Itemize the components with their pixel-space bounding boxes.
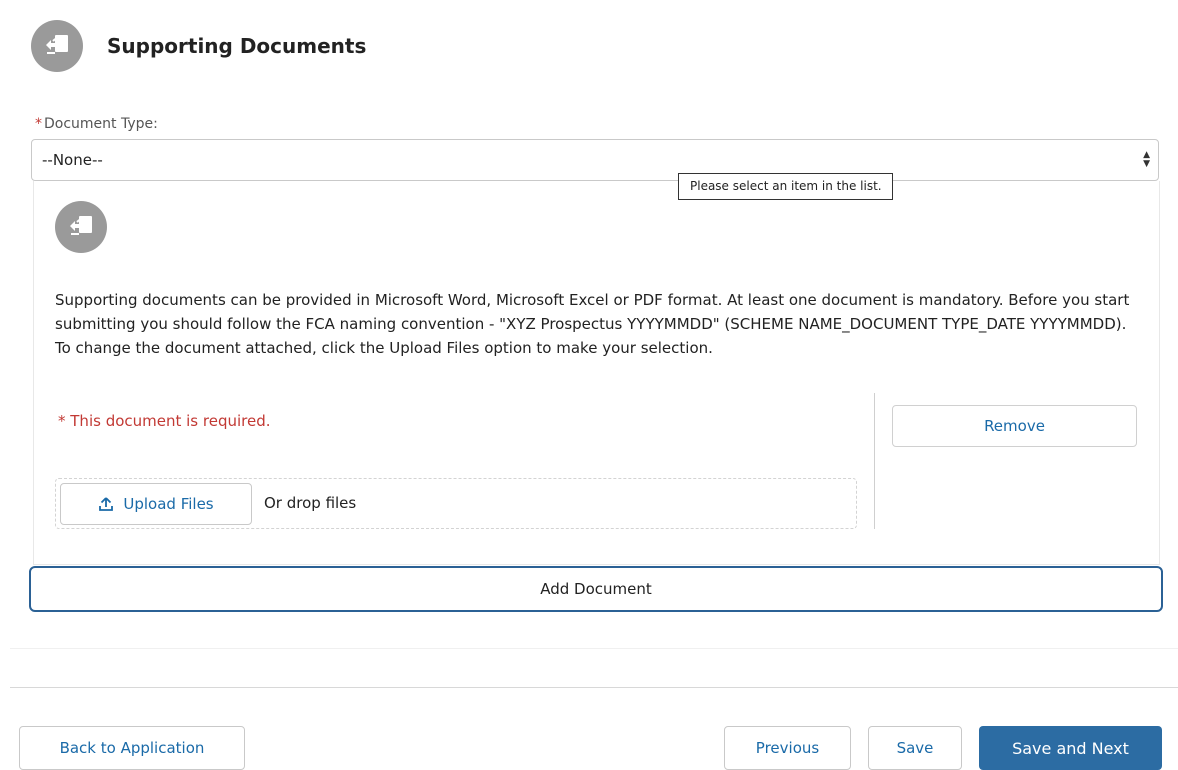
- back-to-application-button[interactable]: Back to Application: [19, 726, 245, 770]
- save-and-next-button[interactable]: Save and Next: [979, 726, 1162, 770]
- validation-tooltip: Please select an item in the list.: [678, 173, 893, 200]
- remove-button[interactable]: Remove: [892, 405, 1137, 447]
- drop-files-text: Or drop files: [264, 494, 357, 512]
- page-title: Supporting Documents: [107, 34, 367, 58]
- document-type-label: * Document Type:: [35, 116, 158, 132]
- upload-files-label: Upload Files: [123, 495, 214, 513]
- sort-arrows-icon: ▲ ▼: [1143, 150, 1150, 169]
- previous-button[interactable]: Previous: [724, 726, 851, 770]
- upload-icon: [99, 497, 114, 511]
- document-type-select[interactable]: --None-- ▲ ▼: [31, 139, 1159, 181]
- add-document-button[interactable]: Add Document: [29, 566, 1163, 612]
- instructions-text: Supporting documents can be provided in …: [55, 291, 1130, 357]
- upload-files-button[interactable]: Upload Files: [60, 483, 252, 525]
- required-marker: *: [35, 116, 42, 132]
- document-type-label-text: Document Type:: [44, 116, 158, 132]
- document-type-selected-value: --None--: [42, 151, 103, 169]
- page-header: Supporting Documents: [31, 20, 366, 72]
- divider: [10, 648, 1178, 649]
- document-upload-icon: [55, 201, 107, 253]
- divider: [10, 687, 1178, 688]
- document-upload-icon: [31, 20, 83, 72]
- vertical-divider: [874, 393, 875, 529]
- save-button[interactable]: Save: [868, 726, 962, 770]
- required-error-text: * This document is required.: [58, 412, 271, 430]
